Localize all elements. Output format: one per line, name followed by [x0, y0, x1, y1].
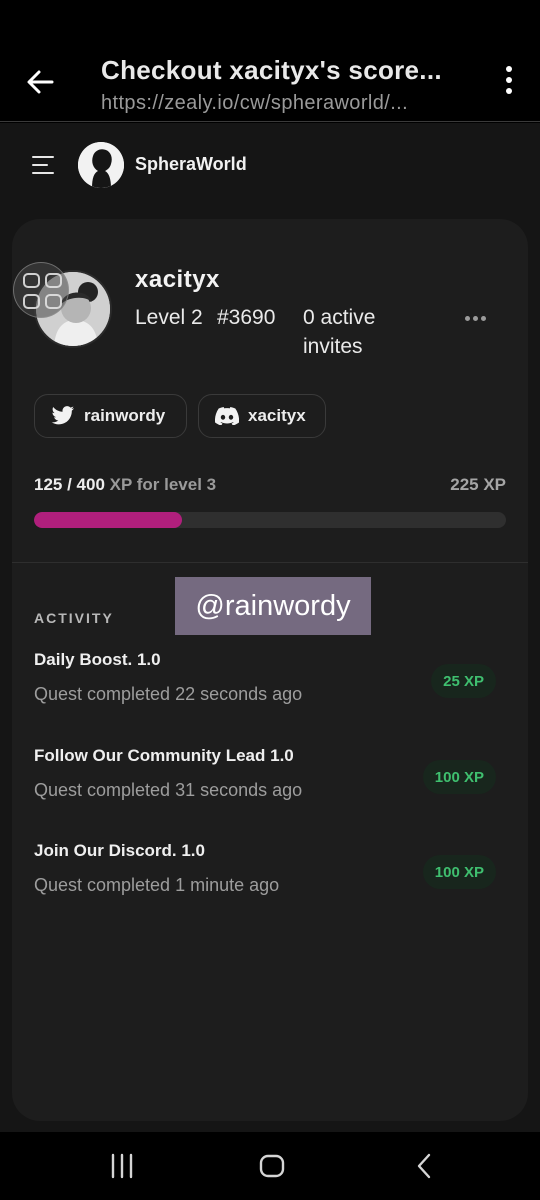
- activity-name: Daily Boost. 1.0: [34, 650, 161, 669]
- floating-menu-icon[interactable]: [13, 262, 69, 318]
- xp-progress-fill: [34, 512, 182, 528]
- activity-title: ACTIVITY: [34, 610, 114, 626]
- xp-separator: /: [62, 475, 77, 494]
- browser-url[interactable]: https://zealy.io/cw/spheraworld/...: [101, 92, 471, 115]
- user-level: Level 2: [135, 306, 203, 329]
- browser-toolbar: Checkout xacityx's score... https://zeal…: [0, 0, 540, 122]
- xp-target: 400: [76, 475, 105, 494]
- xp-label: XP for level 3: [104, 475, 217, 494]
- browser-page-title: Checkout xacityx's score...: [101, 55, 442, 85]
- activity-name: Follow Our Community Lead 1.0: [34, 746, 294, 765]
- activity-item[interactable]: Daily Boost. 1.0 Quest completed 22 seco…: [34, 650, 506, 710]
- activity-name: Join Our Discord. 1.0: [34, 841, 205, 860]
- recents-icon[interactable]: [110, 1152, 134, 1180]
- browser-menu-icon[interactable]: [500, 66, 518, 100]
- xp-badge: 100 XP: [422, 760, 496, 794]
- activity-item[interactable]: Join Our Discord. 1.0 Quest completed 1 …: [34, 841, 506, 901]
- xp-badge: 25 XP: [431, 664, 496, 698]
- xp-current: 125: [34, 475, 63, 494]
- xp-progress-label: 125 / 400 XP for level 3: [34, 475, 216, 495]
- back-nav-icon[interactable]: [414, 1152, 434, 1180]
- xp-progress-bar: [34, 512, 506, 528]
- activity-time: Quest completed 1 minute ago: [34, 875, 280, 895]
- watermark-label: @rainwordy: [175, 577, 371, 635]
- discord-icon: [215, 407, 239, 425]
- divider: [12, 562, 528, 563]
- activity-time: Quest completed 22 seconds ago: [34, 684, 303, 704]
- twitter-icon: [51, 406, 75, 425]
- xp-badge: 100 XP: [422, 855, 496, 889]
- username: xacityx: [135, 266, 220, 293]
- discord-link[interactable]: xacityx: [198, 394, 326, 438]
- menu-icon[interactable]: [32, 156, 58, 176]
- active-invites: 0 active invites: [303, 306, 376, 358]
- brand-logo[interactable]: [78, 142, 124, 188]
- brand-name[interactable]: SpheraWorld: [135, 154, 247, 175]
- activity-item[interactable]: Follow Our Community Lead 1.0 Quest comp…: [34, 746, 506, 806]
- back-arrow-icon[interactable]: [24, 66, 56, 98]
- twitter-handle: rainwordy: [84, 406, 166, 425]
- twitter-link[interactable]: rainwordy: [34, 394, 187, 438]
- discord-handle: xacityx: [248, 406, 306, 425]
- user-rank: #3690: [217, 306, 276, 329]
- system-nav-bar: [0, 1132, 540, 1200]
- profile-card: xacityx Level 2 #3690 0 active invites r…: [12, 219, 528, 1121]
- xp-remaining: 225 XP: [450, 475, 506, 494]
- web-page: SpheraWorld xacityx Level 2 #3690 0 acti…: [0, 123, 540, 1132]
- activity-time: Quest completed 31 seconds ago: [34, 780, 303, 800]
- site-header: SpheraWorld: [0, 123, 540, 207]
- home-icon[interactable]: [259, 1152, 285, 1180]
- more-options-icon[interactable]: [465, 308, 493, 321]
